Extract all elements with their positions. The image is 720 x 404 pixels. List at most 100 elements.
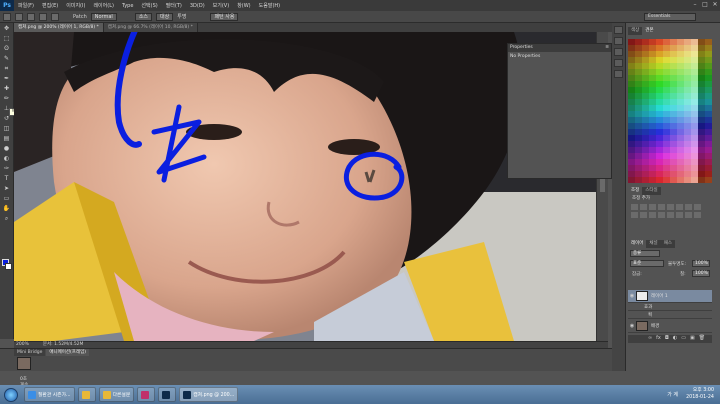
swatch-cell[interactable] xyxy=(677,177,684,183)
properties-header[interactable]: Properties ≡ xyxy=(508,44,611,52)
gradient-tool-icon[interactable]: ▤ xyxy=(2,135,12,143)
tab-swatches[interactable]: 견본 xyxy=(642,27,657,35)
background-layer-name[interactable]: 배경 xyxy=(651,323,659,329)
swatch-cell[interactable] xyxy=(670,177,677,183)
trash-icon[interactable]: 🗑 xyxy=(699,335,705,343)
tab-channels[interactable]: 채널 xyxy=(646,240,660,248)
posterize-adjust-icon[interactable] xyxy=(667,212,674,218)
taskbar-app[interactable] xyxy=(137,387,156,402)
quick-select-tool-icon[interactable]: ✎ xyxy=(2,55,12,63)
animation-frame[interactable] xyxy=(17,357,31,370)
background-color-swatch[interactable] xyxy=(5,263,12,270)
selective-color-adjust-icon[interactable] xyxy=(694,212,701,218)
zoom-tool-icon[interactable]: ⌕ xyxy=(2,215,12,223)
gradient-map-adjust-icon[interactable] xyxy=(685,212,692,218)
menu-select[interactable]: 선택(S) xyxy=(137,2,161,9)
fill-field[interactable]: 100% xyxy=(692,270,710,277)
workspace-select[interactable]: Essentials xyxy=(644,13,696,21)
taskbar-photoshop-doc[interactable]: 캡쳐.png @ 200... xyxy=(179,387,239,402)
minimize-icon[interactable]: – xyxy=(690,1,700,9)
tab-color[interactable]: 색상 xyxy=(628,27,642,35)
group-icon[interactable]: ▭ xyxy=(681,335,686,343)
swatch-cell[interactable] xyxy=(698,177,705,183)
brightness-adjust-icon[interactable] xyxy=(631,204,638,210)
tab-document-1[interactable]: 캡쳐.png @ 200% (레이어 1, RGB/8) * xyxy=(14,23,104,32)
vibrance-adjust-icon[interactable] xyxy=(667,204,674,210)
opacity-field[interactable]: 100% xyxy=(692,260,710,267)
tab-paths[interactable]: 패스 xyxy=(661,240,675,248)
brush-panel-icon[interactable] xyxy=(614,59,623,67)
close-icon[interactable]: ✕ xyxy=(710,1,720,9)
menu-help[interactable]: 도움말(H) xyxy=(255,2,284,9)
menu-type[interactable]: Type xyxy=(118,3,137,9)
swatch-cell[interactable] xyxy=(691,177,698,183)
layer-kind-filter[interactable]: 종류 xyxy=(630,250,660,257)
eraser-tool-icon[interactable]: ◫ xyxy=(2,125,12,133)
source-option[interactable]: 소스 xyxy=(134,12,153,21)
type-tool-icon[interactable]: T xyxy=(2,175,12,183)
tab-animation[interactable]: 애니메이션(프레임) xyxy=(46,349,89,356)
actions-panel-icon[interactable] xyxy=(614,37,623,45)
blur-tool-icon[interactable]: ● xyxy=(2,145,12,153)
new-selection-icon[interactable] xyxy=(15,12,23,21)
swatch-cell[interactable] xyxy=(705,177,712,183)
curves-adjust-icon[interactable] xyxy=(649,204,656,210)
invert-adjust-icon[interactable] xyxy=(658,212,665,218)
patch-tool-icon[interactable]: ✚ xyxy=(2,85,12,93)
levels-adjust-icon[interactable] xyxy=(640,204,647,210)
subtract-selection-icon[interactable] xyxy=(39,12,47,21)
tab-styles[interactable]: 스타일 xyxy=(642,187,660,195)
transparent-option[interactable]: 투명 xyxy=(177,13,186,20)
swatch-cell[interactable] xyxy=(642,177,649,183)
system-clock[interactable]: 오후 3:00 2018-01-24 xyxy=(686,387,714,401)
hue-adjust-icon[interactable] xyxy=(676,204,683,210)
adjustment-layer-icon[interactable]: ◐ xyxy=(673,335,677,343)
character-panel-icon[interactable] xyxy=(614,70,623,78)
bw-adjust-icon[interactable] xyxy=(694,204,701,210)
menu-view[interactable]: 보기(V) xyxy=(209,2,234,9)
link-layers-icon[interactable]: ∞ xyxy=(648,335,652,343)
dodge-tool-icon[interactable]: ◐ xyxy=(2,155,12,163)
history-panel-icon[interactable] xyxy=(614,26,623,34)
patch-tool-icon[interactable] xyxy=(3,12,11,21)
visibility-eye-icon[interactable]: ◉ xyxy=(628,293,636,299)
threshold-adjust-icon[interactable] xyxy=(676,212,683,218)
layer-effect-row[interactable]: 효과 xyxy=(628,303,712,311)
menu-window[interactable]: 창(W) xyxy=(233,2,254,9)
menu-layer[interactable]: 레이어(L) xyxy=(89,2,118,9)
taskbar-explorer[interactable] xyxy=(77,387,96,402)
swatch-cell[interactable] xyxy=(684,177,691,183)
intersect-selection-icon[interactable] xyxy=(51,12,59,21)
use-pattern-button[interactable]: 패턴 사용 xyxy=(210,12,239,21)
swatch-cell[interactable] xyxy=(656,177,663,183)
maximize-icon[interactable]: □ xyxy=(700,1,710,9)
tab-layers[interactable]: 레이어 xyxy=(628,240,647,248)
add-selection-icon[interactable] xyxy=(27,12,35,21)
menu-image[interactable]: 이미지(I) xyxy=(62,2,89,9)
layer-row-background[interactable]: ◉ 배경 xyxy=(628,320,712,333)
photo-filter-adjust-icon[interactable] xyxy=(631,212,638,218)
layer-stroke-row[interactable]: 획 xyxy=(628,311,712,319)
tab-adjustments[interactable]: 조정 xyxy=(628,187,643,195)
taskbar-folder[interactable]: 다른설문 xyxy=(98,387,135,402)
swatch-cell[interactable] xyxy=(649,177,656,183)
history-brush-tool-icon[interactable]: ↺ xyxy=(2,115,12,123)
pen-tool-icon[interactable]: ✑ xyxy=(2,165,12,173)
taskbar-ie[interactable]: 질환관 시즌가... xyxy=(24,387,75,402)
brush-tool-icon[interactable]: ✏ xyxy=(2,95,12,103)
lasso-tool-icon[interactable]: ʘ xyxy=(2,45,12,53)
destination-option[interactable]: 대상 xyxy=(156,12,174,21)
menu-filter[interactable]: 필터(T) xyxy=(162,2,186,9)
start-button-icon[interactable] xyxy=(4,387,18,402)
swatch-cell[interactable] xyxy=(635,177,642,183)
info-panel-icon[interactable] xyxy=(614,48,623,56)
path-select-tool-icon[interactable]: ➤ xyxy=(2,185,12,193)
crop-tool-icon[interactable]: ⌗ xyxy=(2,65,12,73)
taskbar-photoshop[interactable] xyxy=(158,387,177,402)
swatches-grid[interactable] xyxy=(628,39,712,185)
channel-mixer-adjust-icon[interactable] xyxy=(640,212,647,218)
eyedropper-tool-icon[interactable]: ✒ xyxy=(2,75,12,83)
mask-icon[interactable]: ◘ xyxy=(665,335,669,343)
menu-3d[interactable]: 3D(D) xyxy=(186,3,209,9)
shape-tool-icon[interactable]: ▭ xyxy=(2,195,12,203)
